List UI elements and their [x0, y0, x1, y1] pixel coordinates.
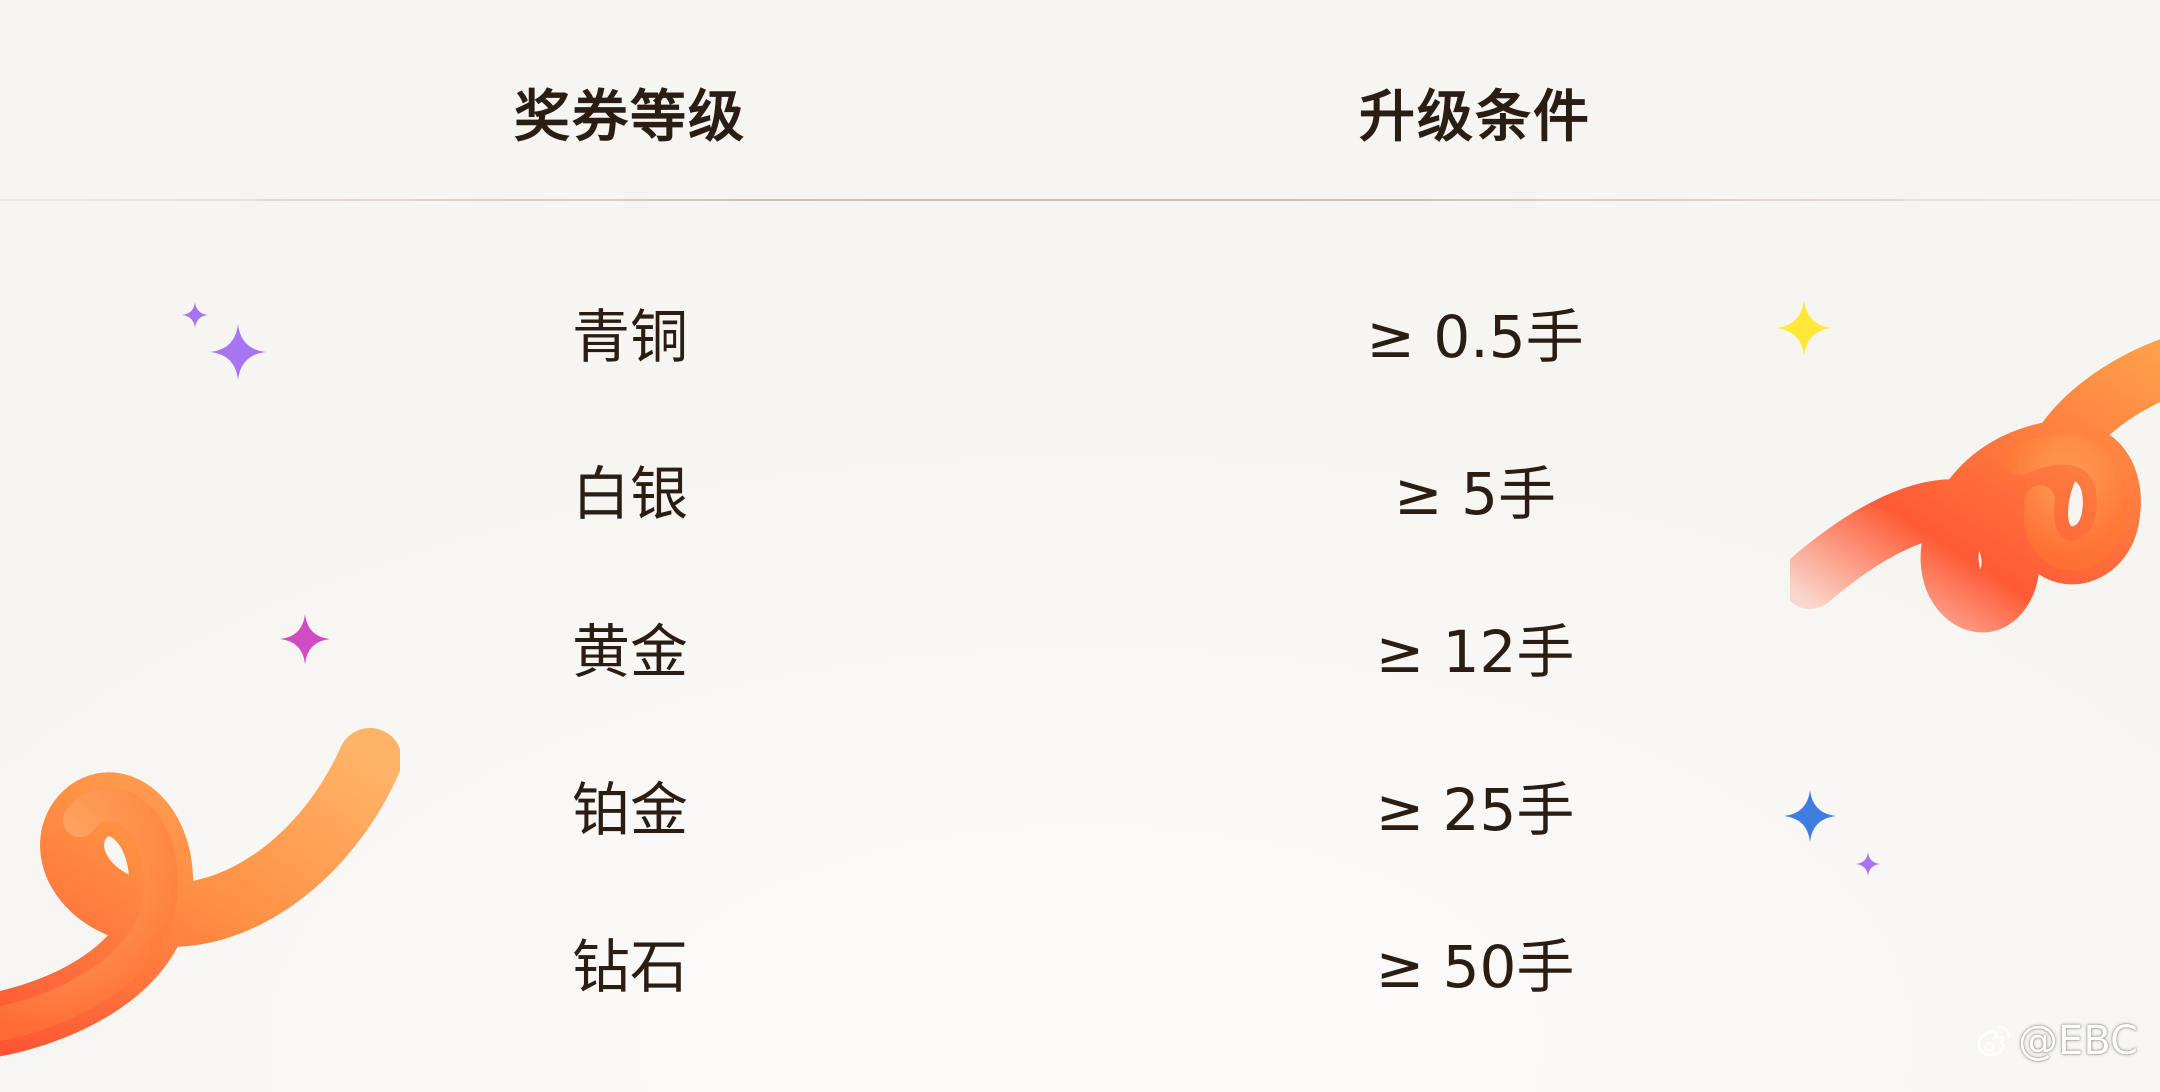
- purple-sparkle-right-icon: [1856, 852, 1880, 876]
- condition-cell: ≥ 0.5手: [1366, 303, 1584, 371]
- level-cell: 青铜: [571, 303, 688, 371]
- condition-cell: ≥ 25手: [1375, 776, 1575, 844]
- level-cell: 白银: [571, 460, 688, 528]
- table-row: 青铜 ≥ 0.5手: [0, 270, 2160, 371]
- condition-cell: ≥ 50手: [1375, 933, 1575, 1001]
- header-level: 奖券等级: [514, 85, 746, 150]
- table-row: 白银 ≥ 5手: [0, 427, 2160, 528]
- level-cell: 铂金: [571, 776, 688, 844]
- header-divider: [0, 199, 2160, 201]
- level-cell: 黄金: [571, 618, 688, 686]
- watermark-text: @EBC: [2018, 1018, 2138, 1064]
- weibo-logo-icon: [1977, 1025, 2011, 1057]
- level-cell: 钻石: [571, 933, 688, 1001]
- table-row: 钻石 ≥ 50手: [0, 900, 2160, 1001]
- watermark: @EBC: [1972, 1018, 2138, 1064]
- table-row: 铂金 ≥ 25手: [0, 743, 2160, 844]
- condition-cell: ≥ 12手: [1375, 618, 1575, 686]
- condition-cell: ≥ 5手: [1394, 460, 1556, 528]
- table-row: 黄金 ≥ 12手: [0, 585, 2160, 686]
- table-header: 奖券等级 升级条件: [0, 0, 2160, 200]
- header-condition: 升级条件: [1359, 85, 1591, 150]
- page: 奖券等级 升级条件 青铜 ≥ 0.5手 白银 ≥ 5手 黄金 ≥ 12手 铂金 …: [0, 0, 2160, 1092]
